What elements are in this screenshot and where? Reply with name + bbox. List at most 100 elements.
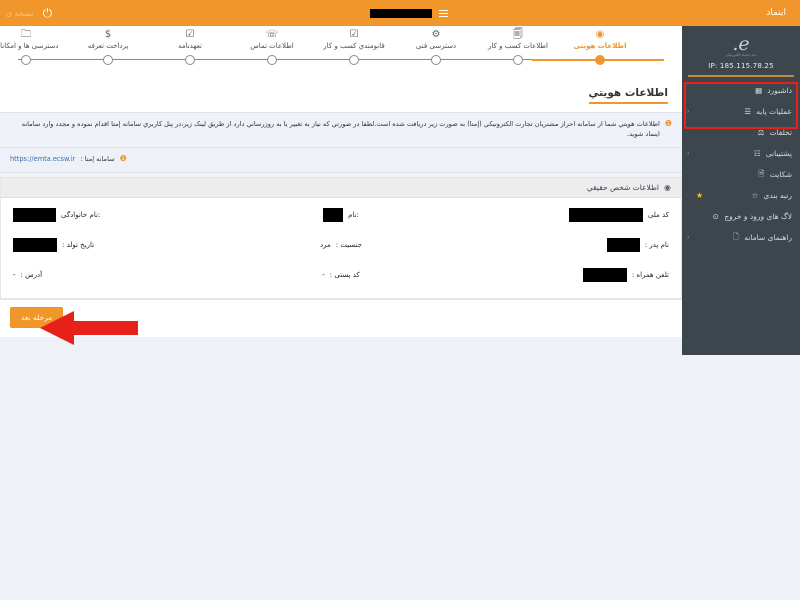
identity-panel-title: اطلاعات شخص حقيقي bbox=[586, 182, 660, 192]
top-bar-center bbox=[370, 8, 449, 18]
sidebar-item-label: داشبورد bbox=[767, 86, 792, 95]
field-mobile: تلفن همراه : bbox=[451, 267, 669, 282]
identity-panel-body: کد ملی :نام :نام خانوادگی نام پدر : جنسی… bbox=[1, 198, 681, 298]
star-outline-icon: ☆ bbox=[751, 191, 759, 200]
address-value: - bbox=[13, 270, 16, 279]
info-icon: ❶ bbox=[119, 153, 127, 163]
sidebar-item-rating[interactable]: ★ رتبه بندی ☆ bbox=[682, 185, 800, 206]
ip-address-label: IP: 185.115.78.25 bbox=[708, 62, 774, 70]
sidebar-item-label: تخلفات bbox=[769, 128, 792, 137]
chevron-left-icon: ‹ bbox=[687, 234, 690, 241]
sidebar-item-label: عملیات پایه bbox=[756, 107, 792, 116]
page-title: اطلاعات هويتي bbox=[588, 87, 668, 104]
step-dot bbox=[21, 55, 31, 65]
step-dot bbox=[595, 55, 605, 65]
birth-date-label: تاریخ تولد : bbox=[62, 240, 95, 249]
document-icon: 🗐 bbox=[513, 29, 523, 40]
top-bar: اینماد ⏻ نسخه ی bbox=[0, 0, 800, 26]
field-postal-code: کد پستی : - bbox=[232, 271, 450, 279]
field-birth-date: تاریخ تولد : bbox=[13, 237, 231, 252]
dollar-icon: $ bbox=[104, 29, 112, 40]
first-name-label: :نام bbox=[348, 210, 359, 219]
chevron-left-icon: ‹ bbox=[687, 150, 690, 157]
identity-row-1: کد ملی :نام :نام خانوادگی bbox=[13, 207, 669, 222]
field-first-name: :نام bbox=[232, 207, 450, 222]
field-gender: جنسیت : مرد bbox=[232, 241, 450, 249]
step-label: دسترسی ها و امکانات bbox=[0, 42, 59, 50]
field-last-name: :نام خانوادگی bbox=[13, 207, 231, 222]
version-label: نسخه ی bbox=[6, 8, 34, 18]
sidebar-divider bbox=[688, 75, 794, 77]
sidebar-item-login-logs[interactable]: لاگ های ورود و خروج ⊙ bbox=[682, 206, 800, 227]
sidebar-item-dashboard[interactable]: داشبورد ▦ bbox=[682, 80, 800, 101]
brand-label: اینماد bbox=[766, 8, 786, 18]
postal-code-label: کد پستی : bbox=[329, 270, 360, 279]
sidebar-logo-subtitle: نماد اعتماد الکترونیکی bbox=[725, 53, 757, 57]
field-address: آدرس : - bbox=[13, 271, 231, 279]
last-name-label: :نام خانوادگی bbox=[61, 210, 101, 219]
power-icon[interactable]: ⏻ bbox=[43, 7, 53, 19]
step-dot bbox=[185, 55, 195, 65]
file-icon: 🗎 bbox=[758, 169, 765, 178]
national-id-label: کد ملی bbox=[647, 210, 669, 219]
sidebar-menu: داشبورد ▦ ‹ عملیات پایه ☰ تخلفات ⚖ ‹ پشت… bbox=[682, 80, 800, 248]
list-icon: ☰ bbox=[744, 107, 752, 116]
step-dot bbox=[349, 55, 359, 65]
app-root: اینماد ⏻ نسخه ی e. نماد اعتماد الکترونیک… bbox=[0, 0, 800, 600]
sidebar-item-label: لاگ های ورود و خروج bbox=[724, 212, 792, 221]
sidebar-item-label: راهنمای سامانه bbox=[744, 233, 792, 242]
step-label: قانومندي کسب و کار bbox=[323, 42, 385, 50]
phone-icon: ☏ bbox=[265, 29, 279, 40]
gender-value: مرد bbox=[320, 240, 331, 249]
emta-system-link[interactable]: https://emta.ecsw.ir bbox=[10, 155, 75, 165]
sidebar-item-complaint[interactable]: شکایت 🗎 bbox=[682, 164, 800, 185]
info-icon: ❶ bbox=[664, 119, 672, 128]
dashboard-icon: ▦ bbox=[755, 86, 763, 95]
field-national-id: کد ملی bbox=[451, 207, 669, 222]
mobile-label: تلفن همراه : bbox=[631, 270, 669, 279]
identity-panel-header: ◉ اطلاعات شخص حقيقي bbox=[1, 177, 681, 198]
first-name-value-redacted bbox=[323, 207, 344, 222]
gears-icon: ⚙ bbox=[431, 29, 441, 40]
chat-icon: ☷ bbox=[753, 149, 761, 158]
step-label: تعهدنامه bbox=[178, 42, 202, 50]
sidebar: e. نماد اعتماد الکترونیکی IP: 185.115.78… bbox=[682, 26, 800, 355]
chevron-left-icon: ‹ bbox=[687, 108, 690, 115]
identity-panel: ◉ اطلاعات شخص حقيقي کد ملی :نام :نام خان… bbox=[0, 176, 682, 299]
identity-row-3: تلفن همراه : کد پستی : - آدرس : - bbox=[13, 267, 669, 282]
step-label: اطلاعات هویتی bbox=[573, 42, 627, 50]
main-content: اطلاعات هويتي ❶ اطلاعات هويتي شما از سام… bbox=[0, 75, 682, 337]
step-dot bbox=[103, 55, 113, 65]
postal-code-value: - bbox=[322, 270, 325, 279]
last-name-value-redacted bbox=[13, 207, 56, 222]
check-square-icon: ☑ bbox=[349, 29, 359, 40]
father-name-label: نام پدر : bbox=[644, 240, 669, 249]
username-redacted bbox=[370, 8, 433, 18]
hamburger-icon[interactable] bbox=[439, 9, 449, 18]
step-dot bbox=[431, 55, 441, 65]
folder-icon: 🗀 bbox=[21, 29, 31, 40]
book-icon: 🗋 bbox=[732, 232, 739, 241]
page-background-filler bbox=[0, 355, 800, 600]
sidebar-item-support[interactable]: ‹ پشتیبانی ☷ bbox=[682, 143, 800, 164]
gavel-icon: ⚖ bbox=[757, 128, 765, 137]
star-badge: ★ bbox=[696, 191, 704, 200]
step-label: پرداخت تعرفه bbox=[87, 42, 129, 50]
check-square-icon: ☑ bbox=[185, 29, 195, 40]
birth-date-value-redacted bbox=[13, 237, 57, 252]
step-access-features[interactable]: 🗀 دسترسی ها و امکانات bbox=[0, 29, 86, 65]
national-id-value-redacted bbox=[568, 207, 643, 222]
identity-row-2: نام پدر : جنسیت : مرد تاریخ تولد : bbox=[13, 237, 669, 252]
mobile-value-redacted bbox=[582, 267, 627, 282]
sidebar-item-label: شکایت bbox=[769, 170, 792, 179]
progress-stepper: ◉ اطلاعات هویتی 🗐 اطلاعات کسب و کار ⚙ دس… bbox=[0, 26, 682, 75]
sidebar-item-base-operations[interactable]: ‹ عملیات پایه ☰ bbox=[682, 101, 800, 122]
gender-label: جنسیت : bbox=[335, 240, 362, 249]
step-label: اطلاعات تماس bbox=[250, 42, 294, 50]
sidebar-item-violations[interactable]: تخلفات ⚖ bbox=[682, 122, 800, 143]
annotation-red-arrow bbox=[40, 311, 138, 345]
page-title-wrap: اطلاعات هويتي bbox=[0, 75, 682, 112]
sidebar-item-label: رتبه بندی bbox=[763, 191, 792, 200]
sidebar-item-guide[interactable]: ‹ راهنمای سامانه 🗋 bbox=[682, 227, 800, 248]
enamad-logo-icon: e. bbox=[732, 32, 750, 55]
